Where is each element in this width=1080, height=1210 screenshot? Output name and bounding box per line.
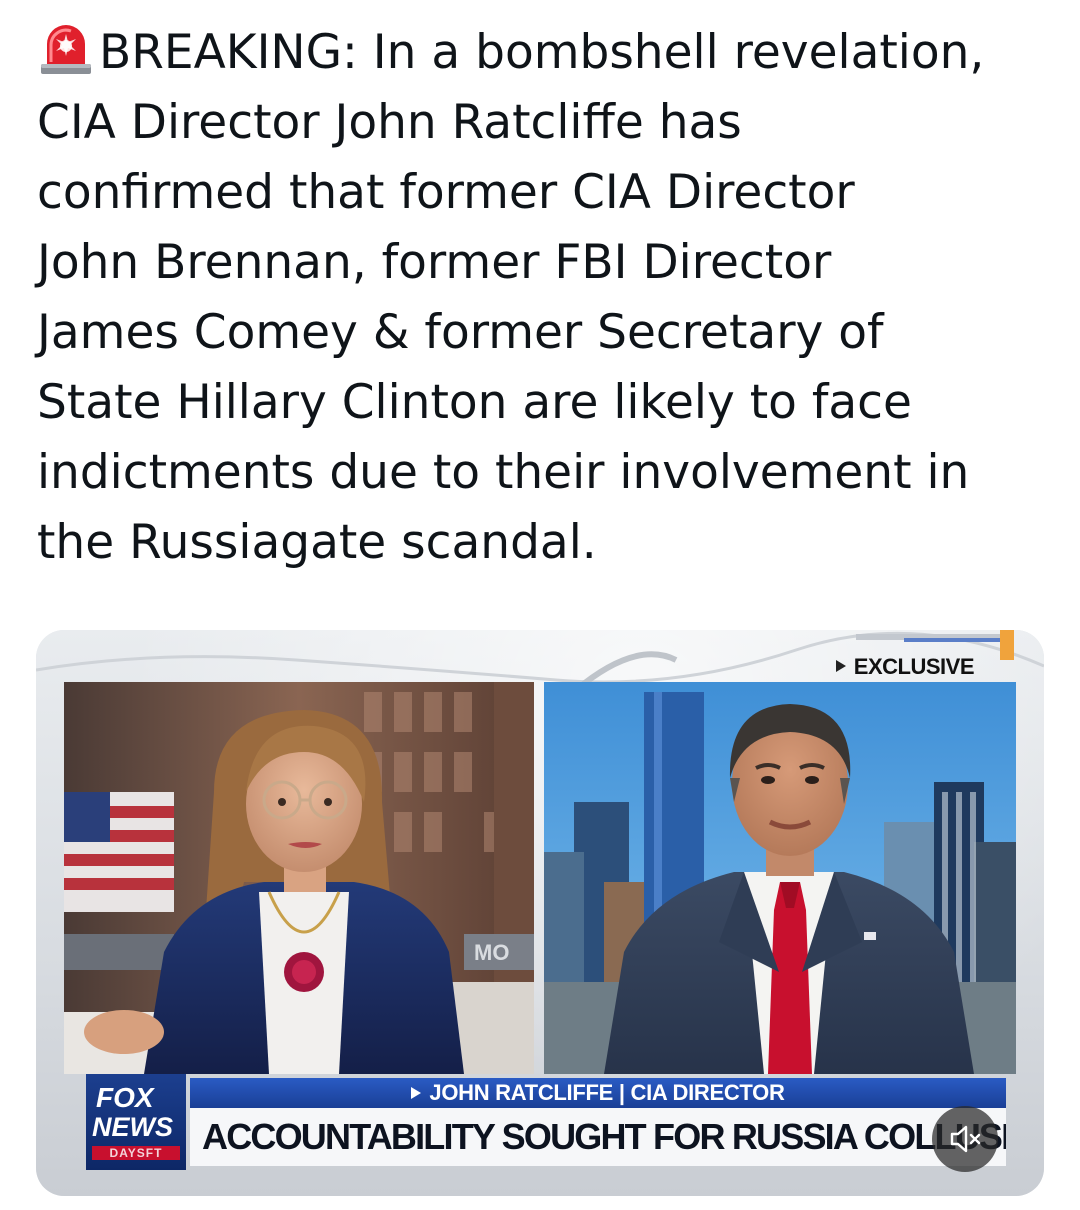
anchor-scene: MO — [64, 682, 534, 1074]
svg-text:MO: MO — [474, 940, 509, 965]
exclusive-tag: EXCLUSIVE — [835, 654, 975, 680]
chyron-headline: ACCOUNTABILITY SOUGHT FOR RUSSIA COLLUSI… — [190, 1108, 1006, 1166]
logo-sub-text: DAYSFT — [92, 1146, 180, 1160]
post-text-line-4: John Brennan, former FBI Director — [37, 235, 832, 290]
guest-scene — [544, 682, 1016, 1074]
video-panel-anchor: MO — [64, 682, 534, 1074]
post-text-line-8: the Russiagate scandal. — [37, 515, 597, 570]
mute-toggle-button[interactable] — [932, 1106, 998, 1172]
rotating-light-icon — [41, 25, 91, 74]
video-player[interactable]: EXCLUSIVE MO FOX NEWS DAYSFT JOHN RATCLI… — [36, 630, 1044, 1196]
logo-news-text: NEWS — [92, 1112, 173, 1142]
lower-third: FOX NEWS DAYSFT JOHN RATCLIFFE | CIA DIR… — [86, 1074, 1006, 1170]
post-text-line-1: BREAKING: In a bombshell revelation, — [37, 18, 1047, 88]
post-text-line-6: State Hillary Clinton are likely to face — [37, 375, 912, 430]
logo-fox-text: FOX — [96, 1082, 154, 1113]
speaker-muted-icon — [950, 1125, 981, 1153]
post-text-line-7: indictments due to their involvement in — [37, 445, 970, 500]
post-text-line-2: CIA Director John Ratcliffe has — [37, 95, 742, 150]
post-text: BREAKING: In a bombshell revelation, CIA… — [37, 18, 1047, 578]
post-text-line-3: confirmed that former CIA Director — [37, 165, 855, 220]
video-panel-guest — [544, 682, 1016, 1074]
fox-news-logo: FOX NEWS DAYSFT — [86, 1074, 186, 1170]
post-text-line-5: James Comey & former Secretary of — [37, 305, 884, 360]
guest-name-bar: JOHN RATCLIFFE | CIA DIRECTOR — [190, 1078, 1006, 1108]
